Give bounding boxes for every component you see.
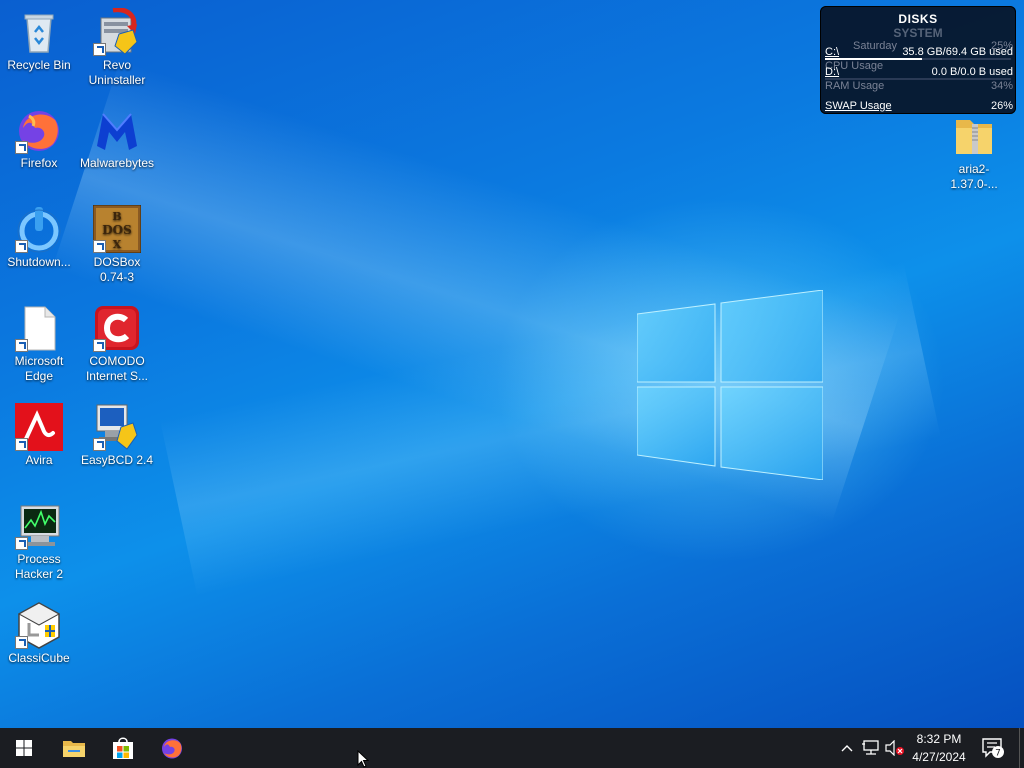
shortcut-arrow-icon: [15, 537, 28, 550]
desktop-icon-dosbox[interactable]: B DOS X DOSBox 0.74-3: [79, 201, 155, 285]
icon-label: COMODO Internet S...: [85, 354, 149, 383]
shortcut-arrow-icon: [15, 636, 28, 649]
swap-value: 26%: [990, 100, 1013, 112]
system-monitor-gadget[interactable]: DISKS SYSTEM Saturday 25% C:\ 35.8 GB/69…: [820, 6, 1016, 114]
action-center-button[interactable]: 7: [978, 728, 1008, 768]
zip-folder-icon: [956, 120, 992, 154]
notification-count: 7: [995, 749, 1001, 759]
clock-time: 8:32 PM: [916, 732, 962, 746]
taskbar[interactable]: 8:32 PM 4/27/2024 7: [0, 728, 1024, 768]
malwarebytes-icon: [97, 113, 137, 150]
firefox-icon: [162, 738, 182, 759]
desktop-icon-malwarebytes[interactable]: Malwarebytes: [79, 102, 155, 171]
icon-label: EasyBCD 2.4: [80, 453, 154, 467]
svg-text:X: X: [113, 238, 122, 251]
shortcut-arrow-icon: [15, 141, 28, 154]
gadget-ghost-row: RAM Usage 34%: [825, 80, 1013, 94]
gadget-title: DISKS: [898, 12, 938, 26]
desktop-icon-easybcd[interactable]: EasyBCD 2.4: [79, 399, 155, 468]
icon-label: Firefox: [20, 156, 58, 170]
gadget-subtitle: SYSTEM: [893, 26, 943, 40]
taskbar-microsoft-store[interactable]: [99, 728, 147, 768]
icon-label: Malwarebytes: [79, 156, 155, 170]
windows-start-icon: [16, 740, 32, 756]
desktop[interactable]: Recycle Bin Firefox Shutdown... Microsof…: [0, 0, 1024, 728]
store-bag-icon: [113, 737, 133, 759]
taskbar-file-explorer[interactable]: [50, 728, 98, 768]
windows-logo-wallpaper: [637, 290, 823, 480]
desktop-icon-process-hacker[interactable]: Process Hacker 2: [1, 498, 77, 582]
icon-label: Process Hacker 2: [14, 552, 64, 581]
icon-label: Recycle Bin: [7, 58, 71, 72]
icon-label: DOSBox 0.74-3: [93, 255, 141, 284]
notification-icon: 7: [982, 738, 1004, 759]
taskbar-firefox[interactable]: [148, 728, 196, 768]
show-desktop-button[interactable]: [1019, 728, 1024, 768]
desktop-icon-avira[interactable]: Avira: [1, 399, 77, 468]
icon-label: Revo Uninstaller: [88, 58, 146, 87]
swap-label: SWAP Usage: [825, 100, 892, 112]
network-status-button[interactable]: [860, 728, 882, 768]
shortcut-arrow-icon: [93, 339, 106, 352]
clock-date: 4/27/2024: [912, 750, 966, 764]
shortcut-arrow-icon: [15, 240, 28, 253]
disk-label: C:\: [825, 46, 840, 58]
desktop-icon-revo-uninstaller[interactable]: Revo Uninstaller: [79, 4, 155, 88]
show-hidden-icons-button[interactable]: [838, 728, 856, 768]
shortcut-arrow-icon: [93, 438, 106, 451]
mouse-cursor-icon: [357, 750, 369, 768]
icon-label: Avira: [25, 453, 53, 467]
network-icon: [862, 740, 879, 755]
icon-label: ClassiCube: [8, 651, 70, 665]
icon-label: aria2-1.37.0-...: [950, 162, 998, 191]
recycle-bin-icon: [24, 14, 54, 53]
icon-label: Microsoft Edge: [14, 354, 64, 383]
volume-button[interactable]: [884, 728, 906, 768]
shortcut-arrow-icon: [93, 240, 106, 253]
desktop-icon-aria2-folder[interactable]: aria2-1.37.0-...: [936, 108, 1012, 192]
folder-icon: [63, 741, 85, 757]
ghost-ram-value: 34%: [990, 80, 1013, 92]
taskbar-clock[interactable]: 8:32 PM 4/27/2024: [906, 730, 972, 766]
shortcut-arrow-icon: [15, 438, 28, 451]
shortcut-arrow-icon: [15, 339, 28, 352]
desktop-icon-recycle-bin[interactable]: Recycle Bin: [1, 4, 77, 73]
svg-text:B: B: [112, 210, 121, 223]
desktop-icon-shutdown[interactable]: Shutdown...: [1, 201, 77, 270]
start-button[interactable]: [0, 728, 48, 768]
swap-row[interactable]: SWAP Usage 26%: [825, 100, 1013, 114]
chevron-up-icon: [841, 745, 853, 752]
desktop-icon-firefox[interactable]: Firefox: [1, 102, 77, 171]
desktop-icon-comodo[interactable]: COMODO Internet S...: [79, 300, 155, 384]
volume-muted-icon: [885, 740, 904, 756]
desktop-icon-classicube[interactable]: ClassiCube: [1, 597, 77, 666]
disk-label: D:\: [825, 66, 840, 78]
desktop-icon-microsoft-edge[interactable]: Microsoft Edge: [1, 300, 77, 384]
shortcut-arrow-icon: [93, 43, 106, 56]
icon-label: Shutdown...: [7, 255, 71, 269]
svg-text:DOS: DOS: [102, 223, 132, 237]
disk-usage-value: 35.8 GB/69.4 GB used: [902, 46, 1013, 58]
ghost-ram-label: RAM Usage: [825, 80, 885, 92]
light-beam: [160, 261, 941, 597]
disk-usage-value: 0.0 B/0.0 B used: [931, 66, 1013, 78]
